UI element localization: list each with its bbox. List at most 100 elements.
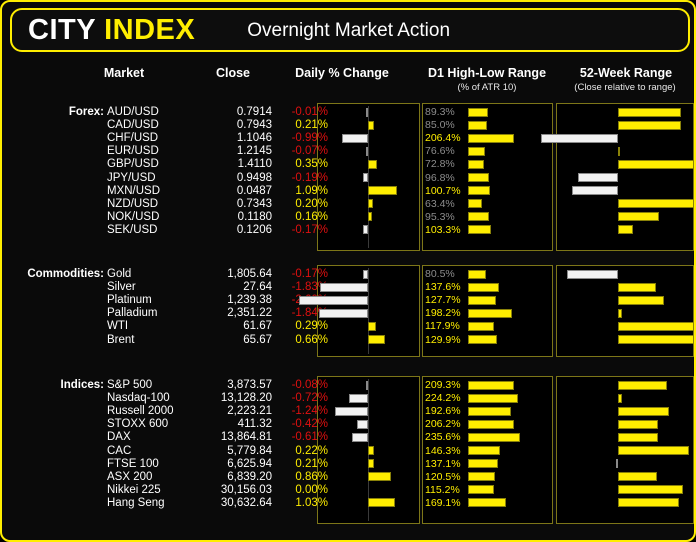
change-value-ftse-100: 0.21% — [295, 457, 328, 470]
d1-range-bar-asx-200 — [468, 472, 495, 482]
d1-range-bar-aud-usd — [468, 107, 488, 117]
close-value-nzd-usd: 0.7343 — [236, 197, 272, 210]
d1-range-bar-nzd-usd — [468, 199, 483, 209]
close-value-cac: 5,779.84 — [227, 444, 272, 457]
d1-range-bar-mxn-usd — [468, 186, 491, 196]
close-value-stoxx-600: 411.32 — [237, 418, 272, 431]
d1-range-bar-russell-2000 — [468, 406, 511, 416]
column-header-market: Market — [103, 66, 145, 80]
d1-range-label-nzd-usd: 63.4% — [425, 197, 455, 210]
daily-change-bar-wti — [368, 321, 376, 331]
d1-range-label-wti: 117.9% — [425, 320, 460, 333]
week52-range-bar-aud-usd — [618, 107, 682, 117]
market-name-chf-usd: CHF/USD — [107, 132, 159, 145]
d1-range-label-jpy-usd: 96.8% — [425, 171, 455, 184]
d1-range-bar-nasdaq-100 — [468, 393, 518, 403]
change-value-wti: 0.29% — [295, 320, 328, 333]
d1-range-label-chf-usd: 206.4% — [425, 132, 461, 145]
close-value-russell-2000: 2,223.21 — [227, 405, 272, 418]
market-name-ftse-100: FTSE 100 — [107, 457, 159, 470]
close-value-nok-usd: 0.1180 — [237, 210, 272, 223]
close-value-cad-usd: 0.7943 — [236, 119, 272, 132]
week52-range-bar-nok-usd — [618, 212, 660, 222]
close-value-wti: 61.67 — [243, 320, 272, 333]
week52-range-bar-s-p-500 — [618, 380, 667, 390]
column-header-52week-range: 52-Week Range — [579, 66, 673, 80]
d1-range-label-eur-usd: 76.6% — [425, 145, 455, 158]
daily-change-bar-cad-usd — [368, 120, 374, 130]
week52-range-bar-sek-usd — [618, 225, 633, 235]
column-header-d1-range: D1 High-Low Range — [427, 66, 547, 80]
daily-change-bar-platinum — [299, 295, 368, 305]
daily-change-bar-aud-usd — [366, 107, 368, 117]
d1-range-label-hang-seng: 169.1% — [425, 496, 461, 509]
d1-range-label-nok-usd: 95.3% — [425, 210, 455, 223]
d1-range-bar-wti — [468, 321, 495, 331]
dashboard-root: CITY INDEX Overnight Market Action Marke… — [0, 0, 696, 542]
close-value-chf-usd: 1.1046 — [236, 132, 272, 145]
market-name-brent: Brent — [107, 333, 135, 346]
close-value-palladium: 2,351.22 — [227, 307, 272, 320]
d1-range-label-brent: 129.9% — [425, 333, 461, 346]
daily-change-bar-stoxx-600 — [356, 419, 368, 429]
daily-change-bar-asx-200 — [368, 472, 391, 482]
close-value-s-p-500: 3,873.57 — [227, 379, 272, 391]
d1-range-label-ftse-100: 137.1% — [425, 457, 461, 470]
d1-range-bar-palladium — [468, 308, 512, 318]
column-subheader-52week-range: (Close relative to range) — [574, 82, 676, 93]
daily-change-bar-gbp-usd — [368, 159, 378, 169]
d1-range-bar-nok-usd — [468, 212, 490, 222]
close-value-hang-seng: 30,632.64 — [220, 496, 272, 509]
d1-range-bar-jpy-usd — [468, 173, 490, 182]
d1-range-bar-platinum — [468, 295, 497, 305]
close-value-asx-200: 6,839.20 — [227, 470, 272, 483]
market-name-silver: Silver — [107, 281, 136, 294]
week52-range-bar-chf-usd — [541, 133, 618, 143]
daily-change-bar-hang-seng — [368, 498, 396, 508]
market-name-dax: DAX — [107, 431, 131, 444]
close-value-gold: 1,805.64 — [227, 268, 272, 280]
d1-range-label-sek-usd: 103.3% — [425, 223, 461, 236]
market-name-nzd-usd: NZD/USD — [107, 197, 159, 210]
daily-change-bar-palladium — [319, 308, 368, 318]
d1-range-label-asx-200: 120.5% — [425, 470, 461, 483]
market-name-nok-usd: NOK/USD — [107, 210, 160, 223]
daily-change-bar-s-p-500 — [365, 380, 368, 390]
week52-range-bar-silver — [618, 282, 656, 292]
d1-range-bar-cad-usd — [468, 120, 487, 130]
d1-range-bar-eur-usd — [468, 146, 485, 156]
d1-range-label-s-p-500: 209.3% — [425, 379, 461, 391]
market-name-cad-usd: CAD/USD — [107, 119, 159, 132]
daily-change-bar-brent — [368, 335, 386, 344]
d1-range-bar-gbp-usd — [468, 159, 485, 169]
daily-change-bar-nzd-usd — [368, 199, 374, 209]
daily-change-bar-jpy-usd — [362, 173, 368, 182]
d1-range-bar-brent — [468, 335, 497, 344]
close-value-gbp-usd: 1.4110 — [237, 158, 272, 171]
market-name-wti: WTI — [107, 320, 129, 333]
change-value-nzd-usd: 0.20% — [295, 197, 328, 210]
week52-range-bar-nikkei-225 — [618, 485, 683, 495]
d1-range-label-cac: 146.3% — [425, 444, 461, 457]
d1-range-label-gold: 80.5% — [425, 268, 455, 280]
daily-change-bar-cac — [368, 446, 374, 455]
change-value-aud-usd: -0.01% — [291, 106, 328, 118]
close-value-jpy-usd: 0.9498 — [236, 171, 272, 184]
d1-range-label-nasdaq-100: 224.2% — [425, 392, 461, 405]
column-subheader-d1-range: (% of ATR 10) — [457, 82, 517, 93]
d1-range-bar-cac — [468, 446, 501, 455]
market-name-s-p-500: S&P 500 — [107, 379, 153, 391]
group-label-indices: Indices: — [60, 379, 104, 391]
d1-range-label-mxn-usd: 100.7% — [425, 184, 461, 197]
change-value-nikkei-225: 0.00% — [295, 483, 328, 496]
market-name-gbp-usd: GBP/USD — [107, 158, 159, 171]
market-name-mxn-usd: MXN/USD — [107, 184, 161, 197]
week52-range-bar-mxn-usd — [571, 186, 618, 196]
change-value-cad-usd: 0.21% — [295, 119, 328, 132]
market-name-russell-2000: Russell 2000 — [107, 405, 174, 418]
close-value-brent: 65.67 — [243, 333, 272, 346]
d1-range-label-silver: 137.6% — [425, 281, 461, 294]
week52-range-bar-dax — [618, 432, 659, 442]
market-name-sek-usd: SEK/USD — [107, 223, 158, 236]
change-value-jpy-usd: -0.19% — [291, 171, 328, 184]
